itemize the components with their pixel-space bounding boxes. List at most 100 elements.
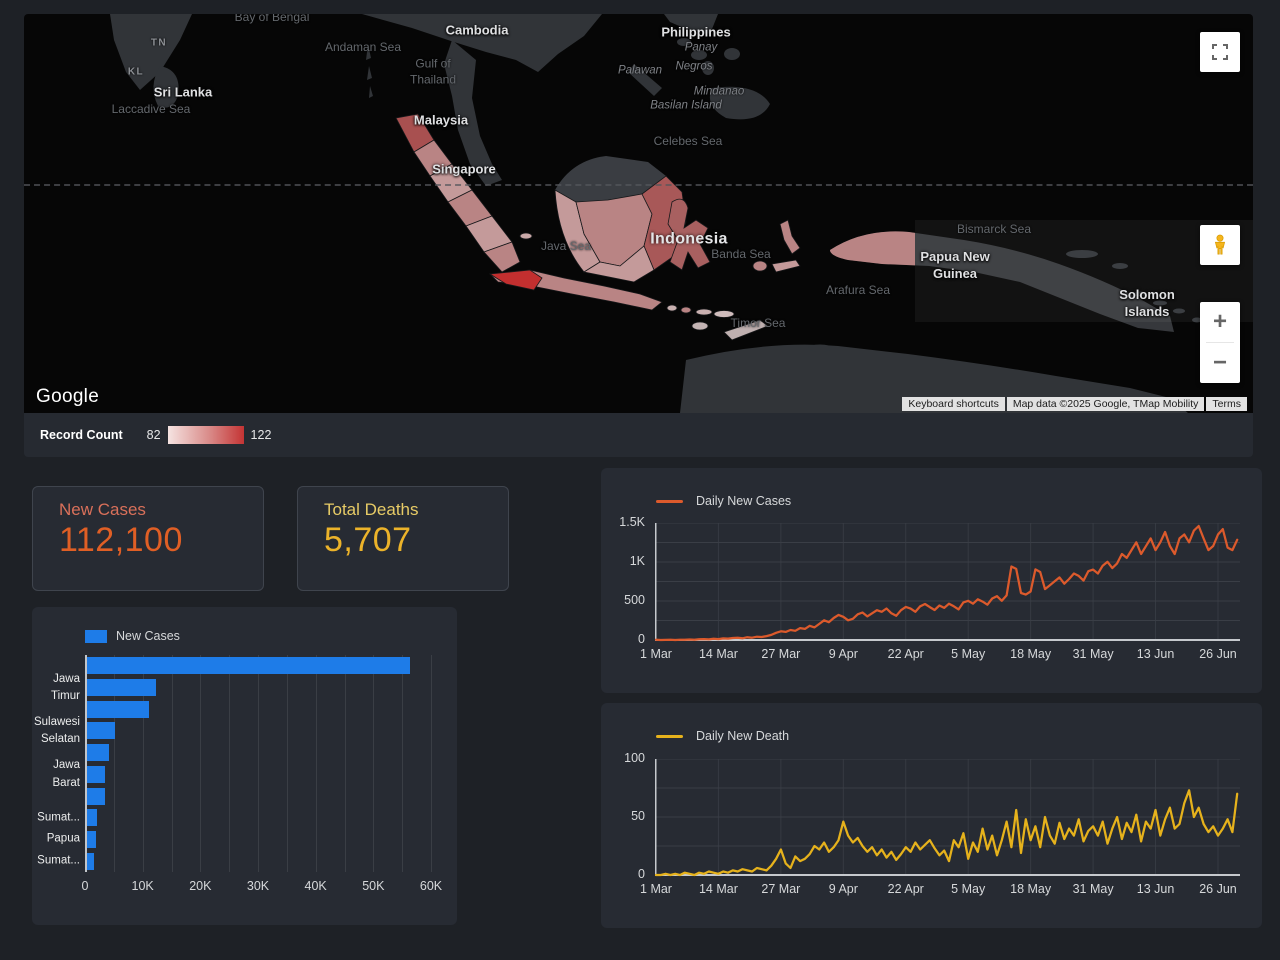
bar-gridline (431, 655, 432, 872)
record-count-label: Record Count (40, 428, 123, 442)
record-count-min: 82 (147, 428, 161, 442)
x-tick-label: 22 Apr (875, 647, 937, 661)
total-deaths-label: Total Deaths (324, 500, 508, 520)
new-cases-card: New Cases 112,100 (32, 486, 264, 591)
bar-category-label: Papua (32, 831, 80, 848)
bar-9[interactable] (87, 853, 94, 870)
equator-dashed-line (24, 184, 1253, 186)
map-attribution: Keyboard shortcuts Map data ©2025 Google… (902, 397, 1247, 411)
legend-label: New Cases (116, 629, 180, 643)
line-chart-svg (655, 759, 1240, 878)
x-tick-label: 9 Apr (812, 882, 874, 896)
bar-category-label: Sumat... (32, 809, 80, 826)
x-tick-label: 5 May (937, 647, 999, 661)
map-terrain (24, 14, 1253, 413)
map-canvas[interactable]: Bay of BengalCambodiaPhilippinesPanayAnd… (24, 14, 1253, 413)
y-tick-label: 50 (601, 809, 645, 823)
bar-gridline (316, 655, 317, 872)
x-tick-label: 14 Mar (687, 882, 749, 896)
y-tick-label: 0 (601, 867, 645, 881)
bar-gridline (172, 655, 173, 872)
bar-8[interactable] (87, 831, 96, 848)
x-tick-label: 31 May (1062, 882, 1124, 896)
data-line (656, 790, 1237, 875)
bar-2[interactable] (87, 701, 149, 718)
x-tick-label: 13 Jun (1125, 882, 1187, 896)
google-logo: Google (36, 386, 99, 408)
legend-label: Daily New Cases (696, 494, 791, 508)
daily-new-death-panel: Daily New Death 0 50 100 1 Mar14 Mar27 Mar9… (601, 703, 1262, 928)
y-tick-label: 1.5K (601, 515, 645, 529)
pegman-icon (1209, 232, 1231, 258)
line-chart-legend: Daily New Cases (656, 494, 791, 508)
bar-7[interactable] (87, 809, 97, 826)
bar-gridline (200, 655, 201, 872)
x-tick-label: 18 May (1000, 882, 1062, 896)
total-deaths-value: 5,707 (324, 521, 508, 560)
bar-x-tick-label: 50K (353, 879, 393, 893)
bar-x-tick-label: 60K (411, 879, 451, 893)
legend-swatch (85, 630, 107, 643)
x-tick-label: 13 Jun (1125, 647, 1187, 661)
line-chart-legend: Daily New Death (656, 729, 789, 743)
x-tick-label: 31 May (1062, 647, 1124, 661)
bar-5[interactable] (87, 766, 105, 783)
zoom-control: + − (1200, 302, 1240, 383)
record-count-gradient (168, 426, 244, 444)
zoom-out-button[interactable]: − (1200, 343, 1240, 383)
x-tick-label: 14 Mar (687, 647, 749, 661)
x-tick-label: 9 Apr (812, 647, 874, 661)
y-tick-label: 1K (601, 554, 645, 568)
bar-x-tick-label: 20K (180, 879, 220, 893)
legend-label: Daily New Death (696, 729, 789, 743)
x-tick-label: 22 Apr (875, 882, 937, 896)
bar-gridline (229, 655, 230, 872)
legend-line-swatch (656, 500, 683, 503)
map-panel: Bay of BengalCambodiaPhilippinesPanayAnd… (24, 14, 1253, 457)
y-tick-label: 0 (601, 632, 645, 646)
x-tick-label: 5 May (937, 882, 999, 896)
pegman-button[interactable] (1200, 225, 1240, 265)
bar-x-tick-label: 0 (65, 879, 105, 893)
bar-x-tick-label: 30K (238, 879, 278, 893)
bar-gridline (258, 655, 259, 872)
new-cases-by-province-panel: New Cases Jawa Timur Sulawesi Selatan Jawa… (32, 607, 457, 925)
record-count-legend: Record Count 82 122 (24, 413, 1253, 457)
fullscreen-button[interactable] (1200, 32, 1240, 72)
bar-category-label: Jawa Timur (32, 670, 80, 705)
x-tick-label: 18 May (1000, 647, 1062, 661)
bar-1[interactable] (87, 679, 156, 696)
record-count-max: 122 (251, 428, 272, 442)
x-tick-label: 26 Jun (1187, 647, 1249, 661)
line-chart-svg (655, 523, 1240, 643)
plot-area (655, 759, 1240, 875)
map-data-attribution: Map data ©2025 Google, TMap Mobility (1007, 397, 1205, 411)
data-line (656, 526, 1237, 640)
bar-6[interactable] (87, 788, 105, 805)
bar-gridline (402, 655, 403, 872)
zoom-in-button[interactable]: + (1200, 302, 1240, 342)
new-cases-label: New Cases (59, 500, 263, 520)
keyboard-shortcuts-link[interactable]: Keyboard shortcuts (902, 397, 1004, 411)
plot-area (655, 523, 1240, 640)
bar-category-label: Sulawesi Selatan (32, 714, 80, 749)
choropleth-regions (396, 114, 800, 340)
legend-line-swatch (656, 735, 683, 738)
y-tick-label: 100 (601, 751, 645, 765)
bar-4[interactable] (87, 744, 109, 761)
bar-0[interactable] (87, 657, 410, 674)
bar-x-tick-label: 40K (296, 879, 336, 893)
bar-category-label: Jawa Barat (32, 757, 80, 792)
bar-gridline (373, 655, 374, 872)
fullscreen-icon (1211, 43, 1229, 61)
bar-x-tick-label: 10K (123, 879, 163, 893)
bar-gridline (345, 655, 346, 872)
x-tick-label: 27 Mar (750, 882, 812, 896)
bar-gridline (287, 655, 288, 872)
terms-link[interactable]: Terms (1206, 397, 1247, 411)
x-tick-label: 27 Mar (750, 647, 812, 661)
bar-3[interactable] (87, 722, 115, 739)
x-tick-label: 1 Mar (625, 882, 687, 896)
total-deaths-card: Total Deaths 5,707 (297, 486, 509, 591)
y-tick-label: 500 (601, 593, 645, 607)
